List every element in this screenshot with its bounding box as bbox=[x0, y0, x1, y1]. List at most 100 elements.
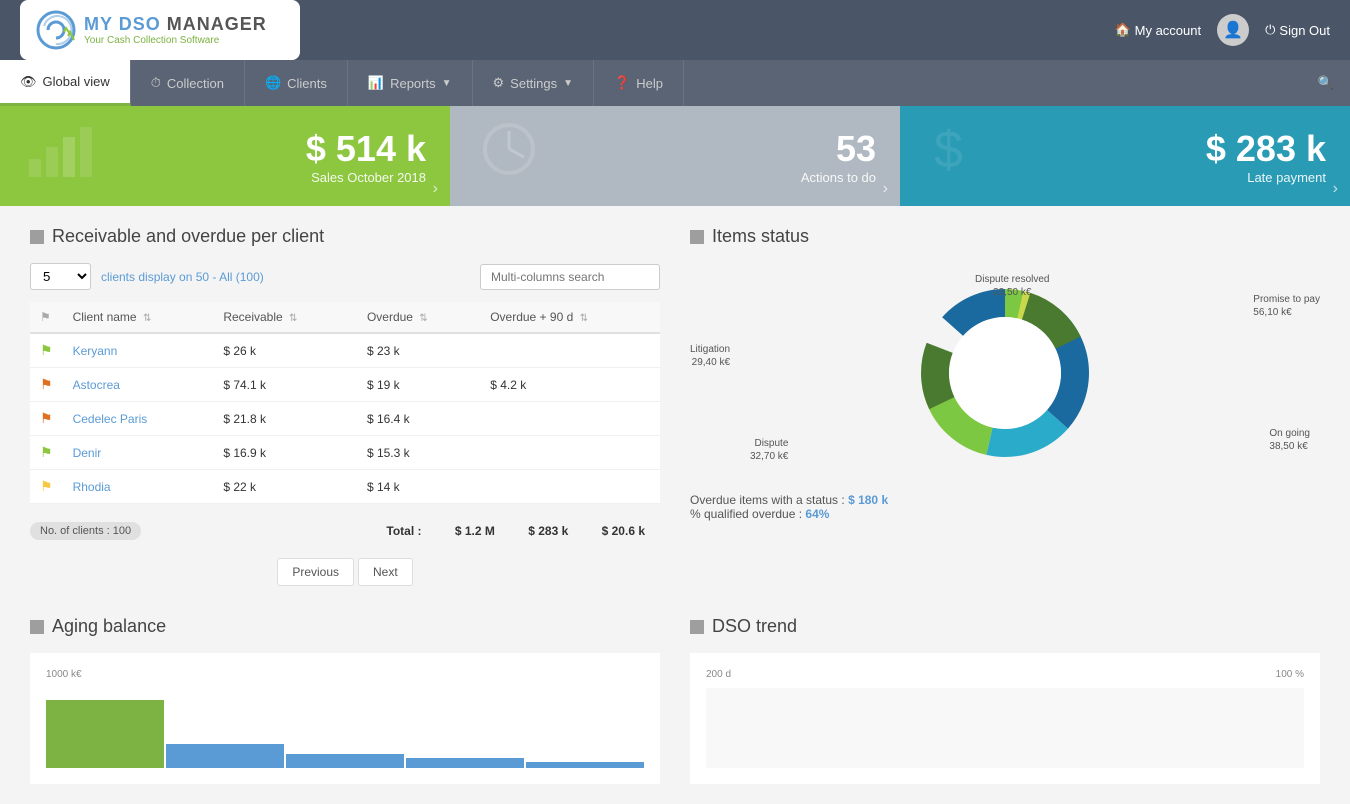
nav-label-global-view: Global view bbox=[43, 74, 110, 89]
stat-card-late[interactable]: $ $ 283 k Late payment › bbox=[900, 106, 1350, 206]
table-row: ⚑ Keryann $ 26 k $ 23 k bbox=[30, 333, 660, 368]
nav: 👁 Global view ⏱ Collection 🌐 Clients 📊 R… bbox=[0, 60, 1350, 106]
search-input[interactable] bbox=[480, 264, 660, 290]
nav-item-reports[interactable]: 📊 Reports ▼ bbox=[348, 60, 473, 106]
dso-title-text: DSO trend bbox=[712, 616, 797, 637]
th-receivable[interactable]: Receivable ⇅ bbox=[213, 302, 357, 333]
aging-icon bbox=[30, 620, 44, 634]
dso-icon bbox=[690, 620, 704, 634]
items-status-icon bbox=[690, 230, 704, 244]
gear-icon: ⚙ bbox=[493, 75, 505, 91]
stat-card-actions-content: 53 Actions to do bbox=[801, 128, 876, 185]
chart-stats: Overdue items with a status : $ 180 k % … bbox=[690, 493, 1320, 521]
logo-container: MY DSO MANAGER Your Cash Collection Soft… bbox=[20, 0, 300, 60]
items-status-section: Items status bbox=[690, 226, 1320, 586]
overdue-stat: Overdue items with a status : $ 180 k bbox=[690, 493, 1320, 507]
cell-flag: ⚑ bbox=[30, 333, 63, 368]
nav-item-settings[interactable]: ⚙ Settings ▼ bbox=[473, 60, 595, 106]
cell-name: Denir bbox=[63, 436, 214, 470]
th-overdue90[interactable]: Overdue + 90 d ⇅ bbox=[480, 302, 660, 333]
table-row: ⚑ Astocrea $ 74.1 k $ 19 k $ 4.2 k bbox=[30, 368, 660, 402]
nav-item-global-view[interactable]: 👁 Global view bbox=[0, 60, 131, 106]
main-content: Receivable and overdue per client 510255… bbox=[0, 206, 1350, 804]
next-button[interactable]: Next bbox=[358, 558, 413, 586]
items-status-title-text: Items status bbox=[712, 226, 809, 247]
cell-flag: ⚑ bbox=[30, 436, 63, 470]
logo-dso: DSO bbox=[119, 14, 161, 34]
nav-item-help[interactable]: ❓ Help bbox=[594, 60, 684, 106]
sales-label: Sales October 2018 bbox=[306, 170, 426, 185]
aging-bar bbox=[286, 754, 404, 768]
table-row: ⚑ Cedelec Paris $ 21.8 k $ 16.4 k bbox=[30, 402, 660, 436]
rows-select[interactable]: 5102550100 bbox=[30, 263, 91, 290]
nav-item-collection[interactable]: ⏱ Collection bbox=[131, 60, 245, 106]
cell-overdue90 bbox=[480, 402, 660, 436]
th-overdue[interactable]: Overdue ⇅ bbox=[357, 302, 480, 333]
header: MY DSO MANAGER Your Cash Collection Soft… bbox=[0, 0, 1350, 60]
client-link[interactable]: Keryann bbox=[73, 344, 118, 358]
help-icon: ❓ bbox=[614, 75, 630, 91]
late-arrow: › bbox=[1333, 180, 1338, 198]
stat-card-late-content: $ 283 k Late payment bbox=[1206, 128, 1326, 185]
total-overdue: $ 283 k bbox=[528, 524, 568, 538]
donut-chart bbox=[905, 273, 1105, 473]
nav-label-settings: Settings bbox=[510, 76, 557, 91]
receivable-title: Receivable and overdue per client bbox=[30, 226, 660, 247]
avatar: 👤 bbox=[1217, 14, 1249, 46]
cell-receivable: $ 16.9 k bbox=[213, 436, 357, 470]
aging-section: Aging balance 1000 k€ bbox=[30, 616, 660, 784]
label-dispute-resolved: Dispute resolved 23,50 k€ bbox=[975, 273, 1049, 299]
dso-chart: 200 d 100 % bbox=[690, 653, 1320, 784]
logo-main: MY DSO MANAGER bbox=[84, 14, 267, 35]
stats-row: $ 514 k Sales October 2018 › 53 Actions … bbox=[0, 106, 1350, 206]
client-link[interactable]: Rhodia bbox=[73, 480, 111, 494]
sales-arrow: › bbox=[433, 180, 438, 198]
late-icon: $ bbox=[924, 119, 994, 193]
sign-out-link[interactable]: ⏻ Sign Out bbox=[1265, 22, 1330, 38]
previous-button[interactable]: Previous bbox=[277, 558, 354, 586]
cell-receivable: $ 74.1 k bbox=[213, 368, 357, 402]
th-client-name[interactable]: Client name ⇅ bbox=[63, 302, 214, 333]
label-promise-to-pay: Promise to pay 56,10 k€ bbox=[1253, 293, 1320, 319]
eye-icon: 👁 bbox=[20, 74, 37, 90]
table-header: ⚑ Client name ⇅ Receivable ⇅ Overdue ⇅ O… bbox=[30, 302, 660, 333]
aging-title-text: Aging balance bbox=[52, 616, 166, 637]
my-account-link[interactable]: 🏠 My account bbox=[1114, 22, 1201, 38]
cell-receivable: $ 22 k bbox=[213, 470, 357, 504]
dropdown-icon-settings: ▼ bbox=[563, 78, 573, 89]
cell-overdue90 bbox=[480, 333, 660, 368]
pagination: Previous Next bbox=[30, 558, 660, 586]
cell-name: Cedelec Paris bbox=[63, 402, 214, 436]
stat-card-actions[interactable]: 53 Actions to do › bbox=[450, 106, 900, 206]
nav-search-button[interactable]: 🔍 bbox=[1302, 60, 1350, 106]
table-row: ⚑ Rhodia $ 22 k $ 14 k bbox=[30, 470, 660, 504]
nav-spacer bbox=[684, 60, 1302, 106]
my-account-label: My account bbox=[1135, 23, 1201, 38]
client-link[interactable]: Denir bbox=[73, 446, 102, 460]
dso-section: DSO trend 200 d 100 % bbox=[690, 616, 1320, 784]
cell-overdue90 bbox=[480, 436, 660, 470]
nav-label-help: Help bbox=[636, 76, 663, 91]
client-link[interactable]: Cedelec Paris bbox=[73, 412, 148, 426]
nav-label-collection: Collection bbox=[167, 76, 224, 91]
cell-overdue: $ 23 k bbox=[357, 333, 480, 368]
label-on-going: On going 38,50 k€ bbox=[1269, 427, 1310, 453]
bottom-two-col: Aging balance 1000 k€ DSO trend 200 d 10… bbox=[30, 616, 1320, 784]
cell-overdue90: $ 4.2 k bbox=[480, 368, 660, 402]
donut-chart-container: Dispute resolved 23,50 k€ Promise to pay… bbox=[690, 263, 1320, 483]
cell-overdue: $ 19 k bbox=[357, 368, 480, 402]
cell-flag: ⚑ bbox=[30, 368, 63, 402]
late-value: $ 283 k bbox=[1206, 128, 1326, 170]
nav-item-clients[interactable]: 🌐 Clients bbox=[245, 60, 348, 106]
logo-my: MY bbox=[84, 14, 113, 34]
svg-text:$: $ bbox=[934, 121, 963, 179]
chart-icon: 📊 bbox=[368, 75, 384, 91]
logo-icon bbox=[36, 10, 76, 50]
stat-card-sales[interactable]: $ 514 k Sales October 2018 › bbox=[0, 106, 450, 206]
logo-tagline: Your Cash Collection Software bbox=[84, 35, 267, 46]
logo-manager: MANAGER bbox=[167, 14, 267, 34]
receivable-title-icon bbox=[30, 230, 44, 244]
client-link[interactable]: Astocrea bbox=[73, 378, 120, 392]
th-flag: ⚑ bbox=[30, 302, 63, 333]
qualified-value: 64% bbox=[805, 507, 829, 521]
